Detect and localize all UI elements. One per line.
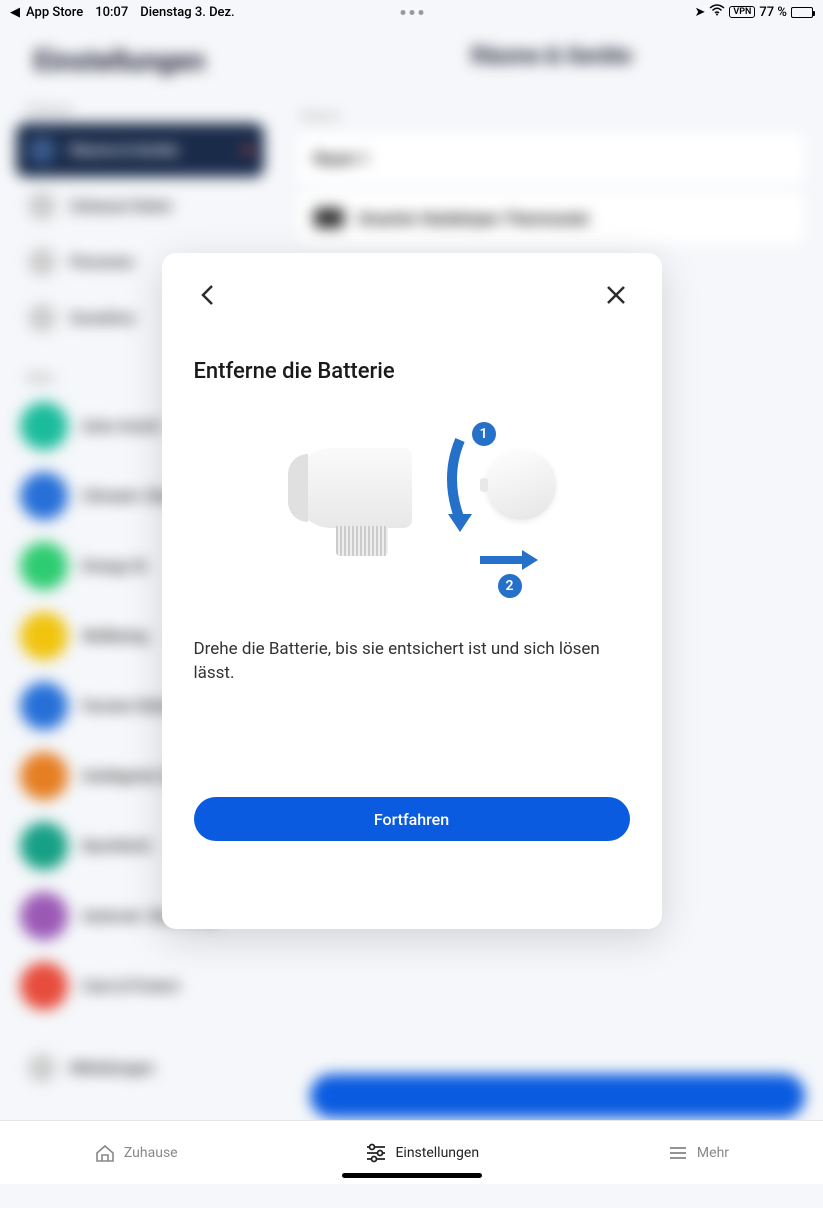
modal-title: Entferne die Batterie [194, 359, 630, 384]
battery-pct-label: 77 % [759, 5, 787, 20]
nav-settings[interactable]: Einstellungen [365, 1142, 479, 1164]
nav-label: Zuhause [124, 1145, 178, 1161]
nav-more[interactable]: Mehr [667, 1142, 729, 1164]
battery-icon [791, 7, 813, 18]
time-label: 10:07 [95, 5, 128, 20]
wifi-icon [709, 4, 725, 20]
remove-battery-modal: Entferne die Batterie 1 2 Drehe die Batt… [162, 253, 662, 929]
sidebar-item-rooms[interactable]: Räume & Geräte [16, 123, 264, 177]
rotate-arrow-icon [440, 428, 480, 538]
section-label: Zuhause [16, 97, 264, 123]
menu-icon [667, 1142, 689, 1164]
thermostat-body-icon [292, 448, 412, 528]
status-bar: ◀ App Store 10:07 Dienstag 3. Dez. ➤ VPN… [0, 0, 823, 24]
pull-arrow-icon [480, 550, 538, 570]
chevron-left-icon [199, 284, 217, 306]
main-title: Räume & Geräte [298, 44, 805, 69]
nav-home[interactable]: Zuhause [94, 1142, 178, 1164]
battery-cap-icon [486, 450, 556, 520]
step-2-badge: 2 [498, 574, 522, 598]
back-caret-icon[interactable]: ◀ [10, 5, 20, 20]
device-card[interactable]: Smarter Heizkörper-Thermostat [298, 192, 805, 244]
settings-title: Einstellungen [16, 24, 264, 97]
close-icon [606, 285, 626, 305]
home-icon [94, 1142, 116, 1164]
nav-label: Einstellungen [395, 1145, 479, 1161]
date-label: Dienstag 3. Dez. [140, 5, 234, 20]
modal-description: Drehe die Batterie, bis sie entsichert i… [194, 638, 630, 686]
main-section-label: Räume [298, 99, 805, 133]
sliders-icon [365, 1142, 387, 1164]
sidebar-item-homedata[interactable]: Zuhause-Daten [16, 179, 264, 233]
sidebar-item-notifications[interactable]: Mitteilungen [16, 1041, 264, 1095]
location-icon: ➤ [695, 5, 706, 20]
skill-item[interactable]: Care & Protect [16, 951, 264, 1021]
close-button[interactable] [602, 281, 630, 309]
home-indicator[interactable] [342, 1173, 482, 1178]
multitask-dots-icon[interactable] [400, 10, 423, 15]
continue-button[interactable]: Fortfahren [194, 797, 630, 841]
room-card[interactable]: Raum 1 [298, 133, 805, 184]
nav-label: Mehr [697, 1145, 729, 1161]
back-button[interactable] [194, 281, 222, 309]
step-1-badge: 1 [472, 422, 496, 446]
illustration: 1 2 [194, 408, 630, 608]
add-device-button[interactable] [310, 1074, 805, 1118]
vpn-badge: VPN [729, 6, 755, 18]
back-app-label[interactable]: App Store [26, 5, 83, 20]
